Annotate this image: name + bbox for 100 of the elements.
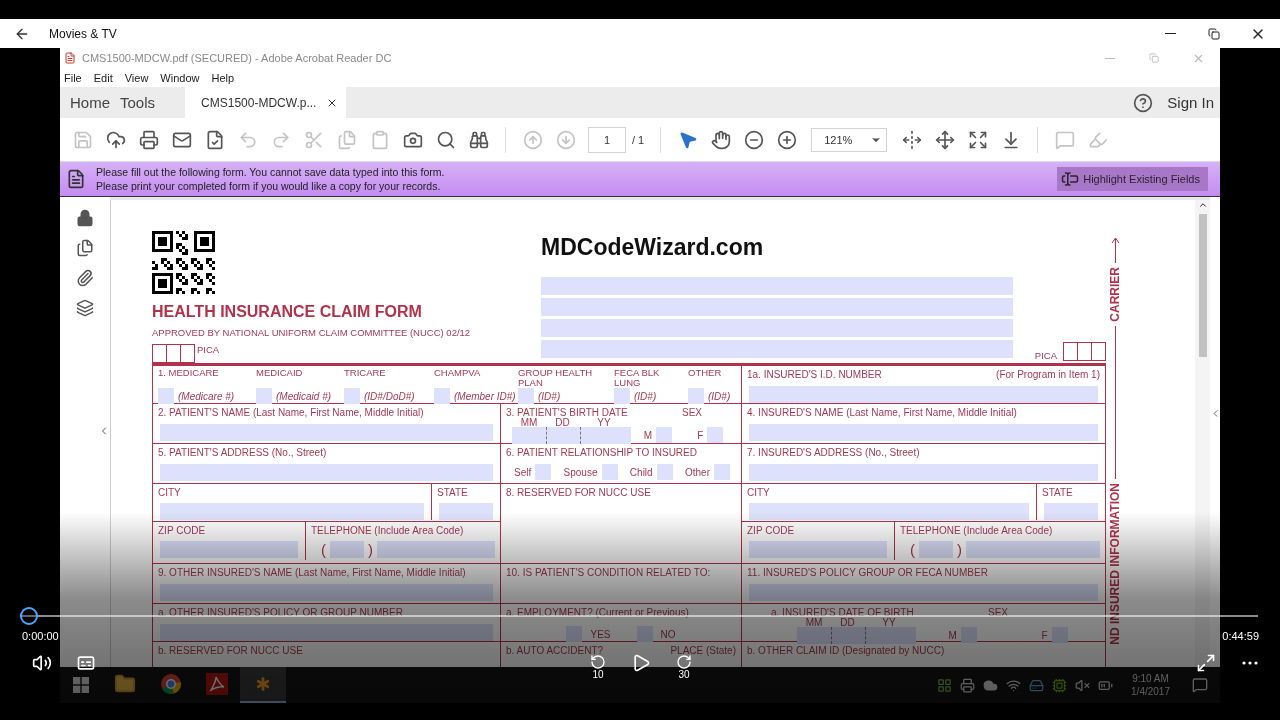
input-field[interactable] [541,319,1013,337]
input-field[interactable] [160,464,493,481]
checkbox[interactable] [614,388,630,404]
fullscreen-button[interactable] [1196,653,1216,673]
area-code-field[interactable] [919,541,953,558]
phone-field[interactable] [966,541,1100,558]
expand-panel-icon[interactable] [1210,408,1220,419]
checkbox[interactable] [158,388,174,404]
checkbox[interactable] [518,388,534,404]
drive-icon[interactable] [1029,677,1045,693]
menu-item[interactable]: Edit [93,71,113,84]
chip-icon[interactable] [1052,677,1068,693]
input-field[interactable] [1044,503,1098,520]
option-label: Spouse [563,466,598,478]
captions-button[interactable] [76,653,96,673]
site-title: MDCodeWizard.com [541,234,765,261]
volume-button[interactable] [32,653,52,673]
taskbar-app[interactable] [240,667,286,703]
wifi-icon[interactable] [1006,677,1022,693]
skip-back-button[interactable]: 10 [585,654,611,680]
checkbox[interactable] [636,626,653,642]
folder-icon [114,673,136,695]
checkbox[interactable] [434,388,450,404]
input-field[interactable] [160,503,424,520]
checkbox[interactable] [535,464,552,480]
notification-icon[interactable] [1192,677,1208,693]
input-field[interactable] [160,541,298,558]
input-field[interactable] [160,424,493,441]
input-field[interactable] [749,503,1029,520]
field-hint: (ID#/DoD#) [364,390,415,402]
checkbox[interactable] [566,626,583,642]
pdf-app-icon [206,673,228,695]
hand-icon [710,129,731,150]
grid-icon[interactable] [937,677,953,693]
input-field[interactable] [160,584,493,601]
input-field[interactable] [749,464,1098,481]
app-title: Movies & TV [49,26,118,41]
printer-icon[interactable] [960,677,976,693]
checkbox[interactable] [656,464,673,480]
field-label: b. AUTO ACCIDENT? [506,645,604,656]
clock-date: 1/4/2017 [1131,685,1170,698]
checkbox[interactable] [714,464,730,480]
field-label: 11. INSURED'S POLICY GROUP OR FECA NUMBER [747,567,988,578]
phone-field[interactable] [377,541,495,558]
date-field[interactable] [797,627,916,644]
menu-item[interactable]: Window [160,71,200,84]
input-field[interactable] [160,624,493,641]
highlight-fields-button[interactable]: Highlight Existing Fields [1057,167,1208,191]
field-note: (For Program in Item 1) [996,369,1100,380]
input-field[interactable] [541,277,1013,295]
menu-item[interactable]: File [64,71,82,84]
more-button[interactable] [1242,661,1258,665]
date-field[interactable] [512,427,631,444]
input-field[interactable] [439,503,493,520]
parenthesis: ( [321,541,326,558]
layers-icon[interactable] [76,299,94,317]
input-field[interactable] [749,584,1098,601]
zoom-in-icon [776,129,797,150]
menu-item[interactable]: View [124,71,149,84]
field-label: MEDICAID [256,368,304,378]
skip-forward-button[interactable]: 30 [671,654,697,680]
play-button[interactable] [631,653,651,673]
menu-item[interactable]: Help [211,71,235,84]
cloud-icon[interactable] [983,677,999,693]
checkbox[interactable] [655,427,672,443]
sign-in-button[interactable]: Sign In [1153,87,1220,118]
checkbox[interactable] [960,627,977,643]
input-field[interactable] [541,340,1013,358]
input-field[interactable] [749,386,1098,403]
field-label: TELEPHONE (Include Area Code) [900,525,1054,536]
tab[interactable]: CMS1500-MDCW.p... [185,87,347,118]
scrollbar-thumb[interactable] [1198,214,1207,357]
banner-text: Please print your completed form if you would like a copy for your records. [96,179,442,193]
input-field[interactable] [749,424,1098,441]
input-field[interactable] [541,298,1013,316]
paperclip-icon[interactable] [76,269,94,287]
checkbox[interactable] [256,388,272,404]
field-label: 5. PATIENT'S ADDRESS (No., Street) [158,447,327,458]
field-label: 8. RESERVED FOR NUCC USE [506,487,652,498]
tab[interactable]: Tools [120,87,166,118]
input-field[interactable] [749,541,887,558]
checkbox[interactable] [601,464,618,480]
tab[interactable]: Home [70,87,120,118]
scroll-up-icon[interactable] [1197,200,1208,210]
page-number-field[interactable]: 1 [588,126,626,153]
mute-icon[interactable] [1075,677,1091,693]
area-code-field[interactable] [330,541,364,558]
zoom-out-icon [743,129,764,150]
arrow [1110,237,1120,263]
zoom-dropdown[interactable]: 121% [811,127,888,152]
minimize-icon [1105,57,1115,59]
checkbox[interactable] [707,427,724,443]
field-label: b. RESERVED FOR NUCC USE [158,645,303,656]
lock-icon[interactable] [76,209,94,227]
progress-thumb[interactable] [20,607,38,625]
pages-icon[interactable] [76,239,94,257]
page-total: / 1 [632,133,645,146]
checkbox[interactable] [1051,627,1068,643]
checkbox[interactable] [688,388,704,404]
checkbox[interactable] [344,388,360,404]
